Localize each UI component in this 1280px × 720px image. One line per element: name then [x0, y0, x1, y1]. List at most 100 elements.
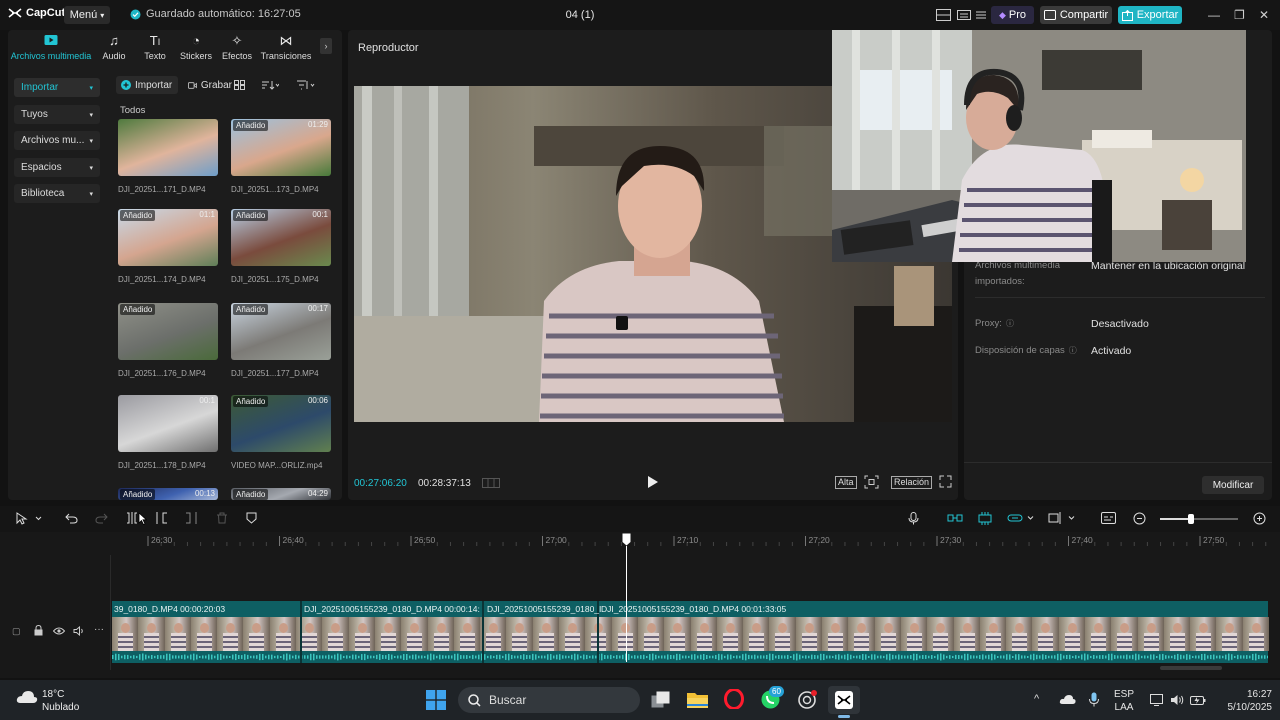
onedrive-icon[interactable] [1059, 694, 1076, 705]
network-icon[interactable] [1150, 694, 1165, 706]
microphone-icon[interactable] [908, 512, 919, 525]
windows-start-icon[interactable] [426, 690, 446, 710]
waveform-bar [214, 655, 216, 659]
more-options-icon[interactable]: ··· [94, 624, 104, 635]
media-thumbnail[interactable]: Añadido 01:29 [231, 119, 331, 176]
split-icon[interactable] [126, 512, 138, 524]
media-item[interactable]: Añadido 00:13 [118, 488, 218, 500]
zoom-in-icon[interactable] [1253, 512, 1266, 525]
media-thumbnail[interactable] [118, 119, 218, 176]
speaker-icon[interactable] [1170, 694, 1184, 706]
tab-media[interactable]: Archivos multimedia [8, 30, 94, 66]
media-item[interactable]: Añadido DJI_20251...176_D.MP4 [118, 303, 228, 378]
info-icon[interactable]: ⓘ [1069, 343, 1077, 359]
settings-list-icon[interactable] [975, 9, 987, 21]
media-thumbnail[interactable]: Añadido 00:06 [231, 395, 331, 452]
timeline-scrollbar[interactable] [1160, 666, 1222, 670]
task-view-icon[interactable] [651, 691, 670, 708]
playhead-handle[interactable] [622, 533, 631, 546]
tabs-more-chevron-icon[interactable]: › [320, 38, 332, 54]
zoom-slider-handle[interactable] [1188, 514, 1194, 524]
ratio-button[interactable]: Relación [891, 476, 933, 489]
media-thumbnail[interactable]: Añadido 00:1 [231, 209, 331, 266]
tab-effects[interactable]: ✧ Efectos [216, 30, 258, 66]
waveform-bar [130, 655, 132, 659]
media-thumbnail[interactable]: Añadido 04:29 [231, 488, 331, 500]
layout-icon[interactable] [936, 9, 951, 21]
chatgpt-icon[interactable] [797, 690, 817, 710]
share-button[interactable]: Compartir [1040, 6, 1112, 24]
waveform-bar [1072, 655, 1074, 659]
sidebar-item-import[interactable]: Importar ▾ [14, 78, 100, 97]
split-left-icon[interactable] [156, 512, 168, 524]
undo-icon[interactable] [65, 512, 78, 524]
tab-audio[interactable]: ♫ Audio [94, 30, 134, 66]
maximize-icon[interactable]: ❐ [1234, 8, 1245, 22]
volume-icon[interactable] [73, 626, 85, 636]
language-indicator[interactable]: ESP LAA [1114, 688, 1134, 714]
media-item[interactable]: Añadido 00:1 DJI_20251...175_D.MP4 [231, 209, 341, 284]
record-button[interactable]: Grabar [188, 76, 232, 94]
media-thumbnail[interactable]: Añadido 01:1 [118, 209, 218, 266]
media-item[interactable]: DJI_20251...171_D.MP4 [118, 119, 228, 194]
tray-microphone-icon[interactable] [1089, 692, 1099, 707]
split-right-icon[interactable] [185, 512, 197, 524]
preview-axis-icon[interactable] [1048, 512, 1078, 524]
media-duration: 00:17 [307, 304, 328, 313]
taskbar-search[interactable]: Buscar [458, 687, 640, 713]
filter-icon[interactable] [296, 76, 316, 94]
capcut-taskbar-item[interactable] [828, 686, 860, 714]
minimize-icon[interactable]: — [1208, 8, 1220, 22]
clock[interactable]: 16:27 5/10/2025 [1212, 688, 1273, 714]
track-cover-icon[interactable]: ▢ [12, 626, 21, 637]
keyboard-icon[interactable] [957, 9, 971, 21]
pro-button[interactable]: ◆ Pro [991, 6, 1034, 24]
media-item[interactable]: Añadido 04:29 [231, 488, 331, 500]
eye-icon[interactable] [53, 627, 65, 635]
tray-chevron-icon[interactable]: ^ [1034, 693, 1039, 705]
export-button[interactable]: Exportar [1118, 6, 1182, 24]
media-item[interactable]: Añadido 01:29 DJI_20251...173_D.MP4 [231, 119, 341, 194]
quality-button[interactable]: Alta [835, 476, 857, 489]
weather-condition: Nublado [42, 702, 80, 713]
tab-text[interactable]: TI Texto [134, 30, 176, 66]
zoom-out-icon[interactable] [1133, 512, 1146, 525]
media-item[interactable]: 00:1 DJI_20251...178_D.MP4 [118, 395, 228, 470]
play-icon[interactable] [647, 475, 659, 489]
link-icon[interactable] [1007, 512, 1037, 524]
lock-icon[interactable] [34, 625, 43, 636]
media-item[interactable]: Añadido 00:06 VIDEO MAP...ORLIZ.mp4 [231, 395, 341, 470]
sidebar-item-library[interactable]: Biblioteca ▾ [14, 184, 100, 203]
sort-icon[interactable] [261, 76, 279, 94]
tab-transitions[interactable]: ⋈ Transiciones [258, 30, 314, 66]
media-item[interactable]: Añadido 01:1 DJI_20251...174_D.MP4 [118, 209, 228, 284]
select-tool-icon[interactable] [15, 512, 43, 525]
sidebar-item-yours[interactable]: Tuyos ▾ [14, 105, 100, 124]
magnet-icon[interactable] [977, 512, 993, 525]
link-main-track-icon[interactable] [947, 512, 963, 524]
zoom-slider[interactable] [1160, 514, 1238, 524]
media-thumbnail[interactable]: Añadido [118, 303, 218, 360]
sidebar-item-media-files[interactable]: Archivos mu... ▾ [14, 131, 100, 150]
opera-icon[interactable] [724, 689, 744, 709]
waveform-bar [1252, 653, 1254, 661]
media-thumbnail[interactable]: 00:1 [118, 395, 218, 452]
grid-view-icon[interactable] [234, 76, 246, 94]
file-explorer-icon[interactable] [687, 691, 708, 708]
close-icon[interactable]: ✕ [1259, 8, 1269, 22]
media-item[interactable]: Añadido 00:17 DJI_20251...177_D.MP4 [231, 303, 341, 378]
marker-icon[interactable] [246, 512, 257, 524]
modify-button[interactable]: Modificar [1202, 476, 1264, 494]
fullscreen-icon[interactable] [939, 475, 952, 488]
battery-icon[interactable] [1190, 694, 1206, 706]
info-icon[interactable]: ⓘ [1006, 316, 1014, 332]
timeline-mode-icon[interactable] [482, 477, 500, 489]
tab-stickers[interactable]: ◔ Stickers [176, 30, 216, 66]
media-thumbnail[interactable]: Añadido 00:13 [118, 488, 218, 500]
import-button[interactable]: Importar [116, 76, 178, 94]
weather-widget[interactable]: 18°C Nublado [42, 688, 79, 714]
fit-screen-icon[interactable] [864, 475, 879, 489]
caption-icon[interactable] [1101, 512, 1116, 524]
media-thumbnail[interactable]: Añadido 00:17 [231, 303, 331, 360]
sidebar-item-spaces[interactable]: Espacios ▾ [14, 158, 100, 177]
